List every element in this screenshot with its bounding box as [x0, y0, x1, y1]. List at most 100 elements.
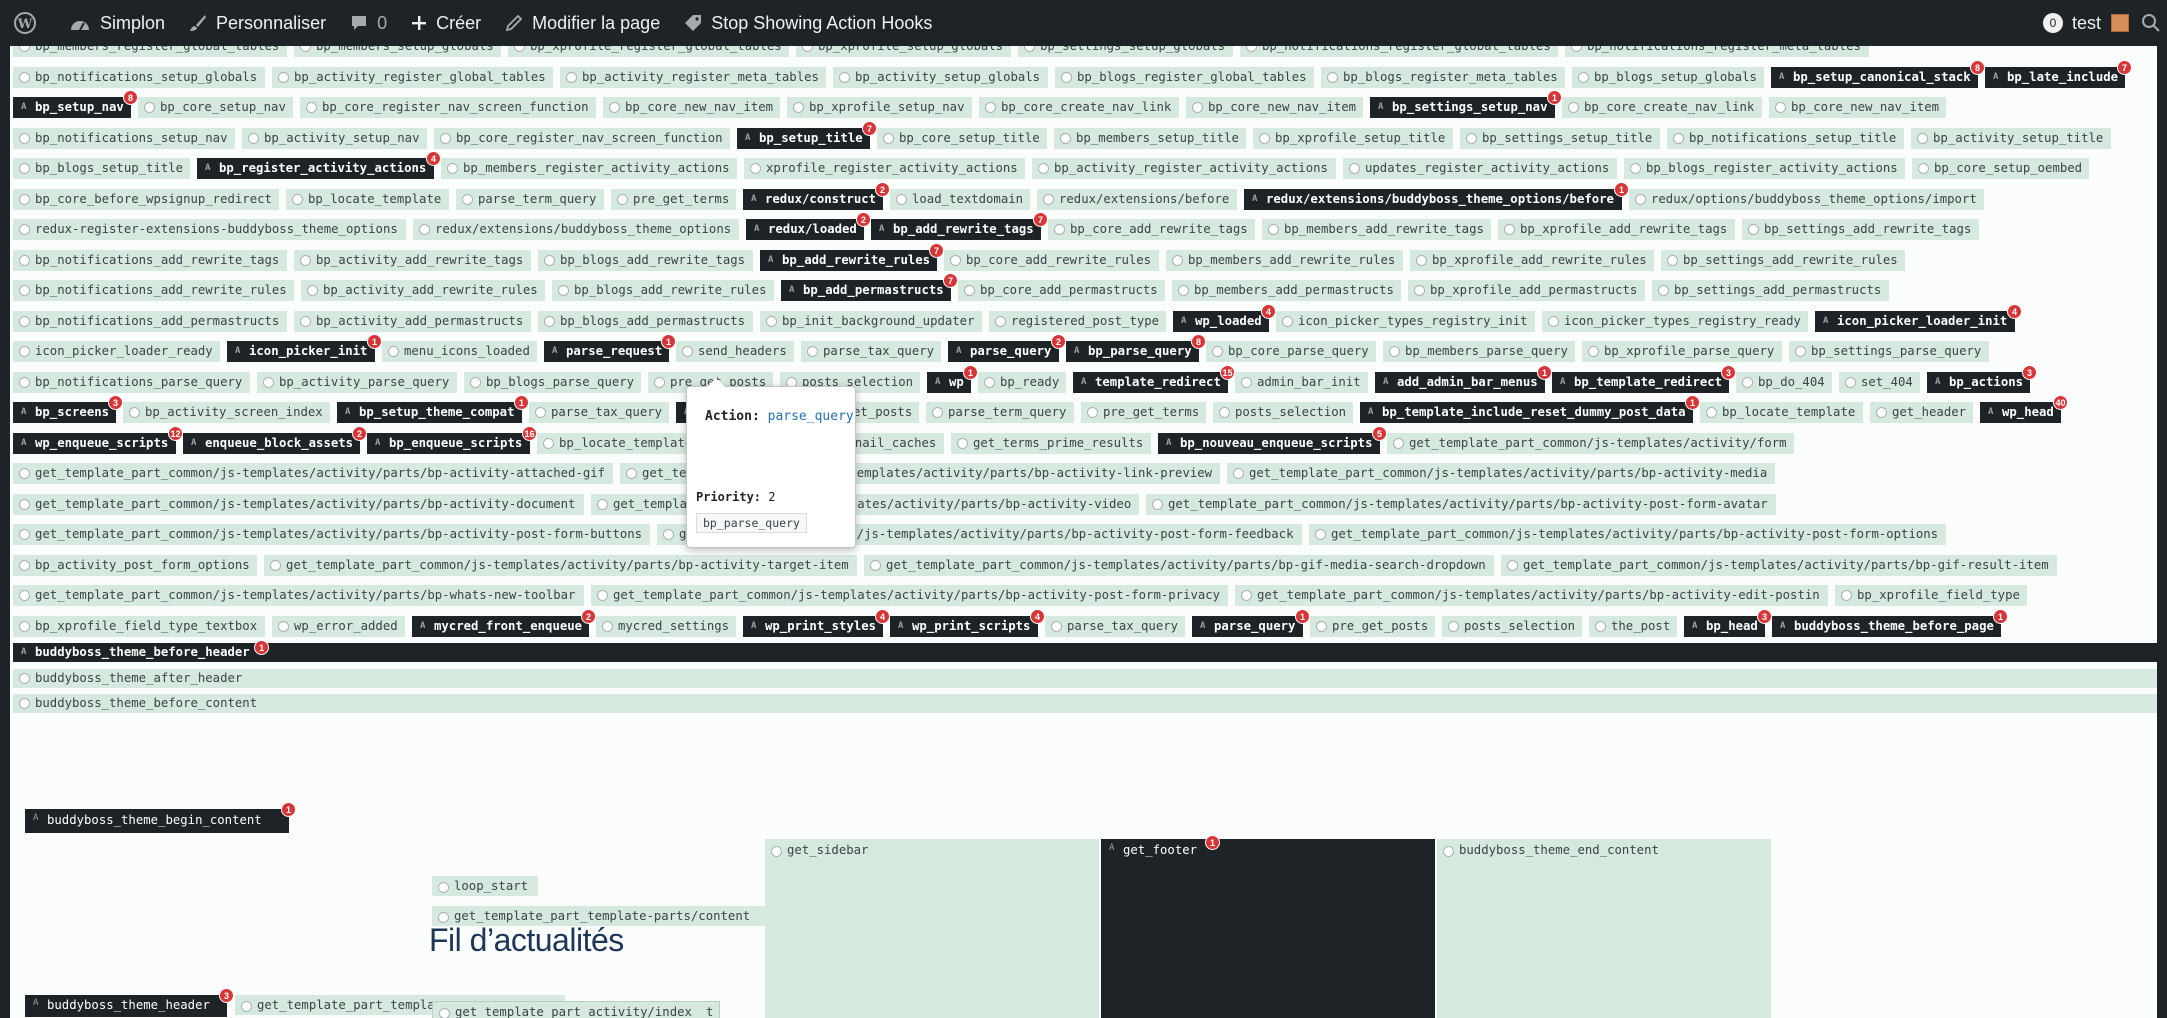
hook-tag[interactable]: pre_get_posts — [1310, 615, 1435, 637]
hook-tag[interactable]: bp_xprofile_field_type_textbox — [13, 615, 265, 637]
edit-page-link[interactable]: Modifier la page — [493, 0, 672, 46]
hook-tag[interactable]: template_redirect15 — [1073, 364, 1235, 393]
hook-tag[interactable]: bp_nouveau_enqueue_scripts5 — [1158, 425, 1387, 454]
hook-tag[interactable]: bp_late_include7 — [1985, 59, 2132, 88]
hook-tag[interactable]: icon_picker_loader_init4 — [1815, 303, 2022, 332]
hook-tag[interactable]: bp_members_setup_globals — [294, 46, 501, 57]
hook-tag[interactable]: bp_core_new_nav_item — [603, 97, 780, 118]
hook-tag[interactable]: icon_picker_init1 — [227, 334, 382, 362]
hook-tag[interactable]: bp_activity_add_permastructs — [294, 310, 531, 332]
hook-tag[interactable]: bp_members_add_rewrite_tags — [1262, 219, 1491, 240]
hook-tag[interactable]: bp_activity_register_meta_tables — [560, 66, 826, 88]
hook-tag[interactable]: bp_setup_title7 — [737, 120, 877, 149]
hook-tag[interactable]: bp_notifications_add_permastructs — [13, 310, 287, 332]
hook-tag[interactable]: bp_setup_nav8 — [13, 90, 138, 118]
hook-tag[interactable]: bp_xprofile_add_permastructs — [1408, 280, 1645, 301]
hook-tag[interactable]: wp_error_added — [272, 615, 405, 637]
hook-tag[interactable]: bp_xprofile_field_type — [1835, 585, 2027, 606]
hook-tag[interactable]: bp_head3 — [1684, 608, 1772, 637]
hook-tag[interactable]: bp_locate_template — [286, 188, 449, 210]
hook-tag[interactable]: load_textdomain — [890, 188, 1030, 210]
hook-tag[interactable]: get_template_part_common/js-templates/ac… — [1235, 585, 1828, 606]
hook-tag[interactable]: bp_activity_post_form_options — [13, 554, 257, 576]
hook-tag[interactable]: redux/loaded2 — [746, 212, 871, 240]
hook-tag[interactable]: bp_members_register_activity_actions — [441, 158, 737, 179]
hook-tag[interactable]: get_template_part_common/js-templates/ac… — [13, 463, 613, 484]
hook-tag[interactable]: bp_xprofile_add_rewrite_rules — [1410, 249, 1654, 271]
hook-tag[interactable]: get_template_part_common/js-templates/ac… — [1309, 524, 1946, 545]
hook-buddyboss-theme-header[interactable]: buddyboss_theme_header 3 — [25, 988, 234, 1017]
theme-hook-row[interactable]: buddyboss_theme_after_header — [13, 668, 2167, 688]
hook-tag[interactable]: bp_activity_setup_globals — [833, 66, 1048, 88]
hook-tag[interactable]: redux/extensions/buddyboss_theme_options… — [1244, 181, 1629, 210]
hook-tag[interactable]: get_template_part_common/js-templates/ac… — [864, 554, 1494, 576]
avatar[interactable] — [2111, 14, 2129, 32]
theme-hook-row[interactable]: buddyboss_theme_before_content — [13, 694, 2167, 713]
hook-tag[interactable]: redux/extensions/buddyboss_theme_options — [413, 219, 739, 240]
hook-tag[interactable]: bp_activity_add_rewrite_rules — [301, 280, 545, 301]
hook-tag[interactable]: bp_settings_add_rewrite_tags — [1742, 219, 1979, 240]
hook-tag[interactable]: bp_screens3 — [13, 395, 123, 423]
hook-tag[interactable]: bp_notifications_add_rewrite_rules — [13, 280, 294, 301]
hook-tag[interactable]: wp_print_scripts4 — [890, 608, 1045, 637]
hook-tag[interactable]: parse_term_query — [926, 402, 1074, 423]
hook-tag[interactable]: bp_init_background_updater — [760, 310, 982, 332]
hook-tag[interactable]: wp_print_styles4 — [743, 608, 890, 637]
search-icon[interactable] — [2141, 13, 2161, 33]
hook-tag[interactable]: bp_actions3 — [1927, 364, 2037, 393]
hook-tag[interactable]: bp_add_permastructs7 — [781, 273, 958, 301]
hook-tag[interactable]: posts_selection — [1213, 402, 1353, 423]
hook-tag[interactable]: bp_locate_template — [537, 432, 700, 454]
hook-tag[interactable]: bp_core_new_nav_item — [1186, 97, 1363, 118]
hook-tag[interactable]: the_post — [1589, 615, 1677, 637]
hook-tag[interactable]: bp_core_create_nav_link — [1562, 97, 1762, 118]
hook-tag[interactable]: bp_members_register_global_tables — [13, 46, 287, 57]
hook-tag[interactable]: bp_core_create_nav_link — [979, 97, 1179, 118]
hook-tag[interactable]: bp_members_setup_title — [1054, 127, 1246, 149]
hook-tag[interactable]: wp_head40 — [1980, 395, 2068, 423]
hook-tag[interactable]: bp_members_add_rewrite_rules — [1166, 249, 1403, 271]
hook-tag[interactable]: bp_notifications_register_global_tables — [1240, 46, 1558, 57]
hook-tag[interactable]: bp_locate_template — [1700, 402, 1863, 423]
hook-tag[interactable]: get_template_part_common/js-templates/ac… — [13, 493, 584, 515]
hook-tag[interactable]: bp_notifications_setup_title — [1667, 127, 1904, 149]
notification-count[interactable]: 0 — [2042, 13, 2063, 33]
hook-tag[interactable]: bp_blogs_setup_globals — [1572, 66, 1764, 88]
hook-tag[interactable]: icon_picker_types_registry_init — [1276, 310, 1535, 332]
hook-tag[interactable]: bp_core_add_permastructs — [958, 280, 1165, 301]
hook-tag[interactable]: xprofile_register_activity_actions — [744, 158, 1025, 179]
hook-tag[interactable]: bp_core_register_nav_screen_function — [434, 127, 730, 149]
hook-tag[interactable]: set_404 — [1839, 371, 1920, 393]
hook-tag[interactable]: buddyboss_theme_before_page1 — [1772, 608, 2008, 637]
hook-tag[interactable]: get_header — [1870, 402, 1973, 423]
hook-tag[interactable]: bp_settings_add_rewrite_rules — [1661, 249, 1905, 271]
hook-tag[interactable]: bp_do_404 — [1736, 371, 1832, 393]
hook-tag[interactable]: bp_core_register_nav_screen_function — [300, 97, 596, 118]
hook-tag[interactable]: redux-register-extensions-buddyboss_them… — [13, 219, 406, 240]
hook-tag[interactable]: bp_xprofile_add_rewrite_tags — [1498, 219, 1735, 240]
hook-tag[interactable]: bp_parse_query8 — [1066, 334, 1206, 362]
hook-tag[interactable]: get_template_part_common/js-templates/ac… — [13, 585, 584, 606]
hook-tag[interactable]: bp_xprofile_parse_query — [1582, 341, 1782, 362]
hook-tag[interactable]: icon_picker_loader_ready — [13, 341, 220, 362]
hook-tag[interactable]: parse_query2 — [948, 334, 1066, 362]
hook-tag[interactable]: bp_settings_setup_title — [1460, 127, 1660, 149]
hook-tag[interactable]: bp_notifications_register_meta_tables — [1565, 46, 1869, 57]
hook-tag[interactable]: bp_blogs_register_activity_actions — [1624, 158, 1905, 179]
hook-tag[interactable]: parse_term_query — [456, 188, 604, 210]
hook-tag[interactable]: parse_query1 — [1192, 608, 1310, 637]
hook-tag[interactable]: bp_core_setup_nav — [138, 97, 293, 118]
hook-tag[interactable]: wp_enqueue_scripts12 — [13, 425, 183, 454]
hook-tag[interactable]: posts_selection — [1442, 615, 1582, 637]
hook-tag[interactable]: bp_activity_setup_nav — [242, 127, 427, 149]
hook-tag[interactable]: bp_xprofile_register_global_tables — [508, 46, 789, 57]
hook-tag[interactable]: bp_core_parse_query — [1206, 341, 1376, 362]
hook-tag[interactable]: bp_template_redirect3 — [1552, 364, 1736, 393]
hook-tag[interactable]: bp_core_add_rewrite_tags — [1048, 219, 1255, 240]
hook-tag[interactable]: pre_get_terms — [611, 188, 736, 210]
hook-tag[interactable]: menu_icons_loaded — [382, 341, 537, 362]
hook-tag[interactable]: bp_blogs_add_rewrite_rules — [552, 280, 774, 301]
hook-tag[interactable]: get_template_part_common/js-templates/ac… — [13, 524, 650, 545]
hook-loop-start[interactable]: loop_start — [432, 876, 538, 896]
hook-tag[interactable]: get_template_part_common/js-templates/ac… — [1387, 432, 1794, 454]
